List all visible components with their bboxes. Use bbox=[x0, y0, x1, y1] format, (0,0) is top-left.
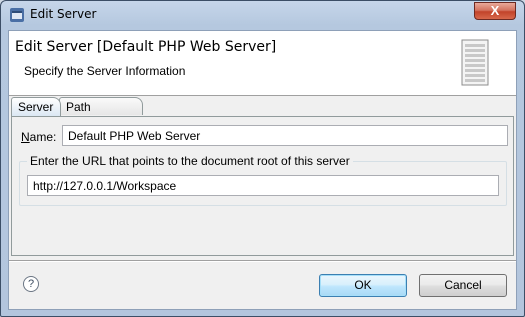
footer-separator bbox=[9, 260, 516, 262]
app-icon bbox=[10, 8, 24, 22]
help-button[interactable]: ? bbox=[23, 276, 39, 292]
tab-server[interactable]: Server bbox=[11, 97, 61, 116]
tab-strip: Server Path Mapping bbox=[9, 97, 516, 132]
server-icon bbox=[461, 39, 489, 86]
dialog-client-area: Edit Server [Default PHP Web Server] Spe… bbox=[8, 30, 517, 310]
name-label: Name: bbox=[21, 130, 56, 144]
close-button[interactable]: X bbox=[474, 2, 516, 20]
cancel-button[interactable]: Cancel bbox=[419, 274, 507, 297]
close-icon: X bbox=[490, 3, 500, 18]
dialog-header: Edit Server [Default PHP Web Server] Spe… bbox=[9, 31, 516, 96]
edit-server-window: Edit Server X Edit Server [Default PHP W… bbox=[0, 0, 525, 317]
url-group-label: Enter the URL that points to the documen… bbox=[27, 154, 353, 168]
dialog-subtitle: Specify the Server Information bbox=[24, 64, 186, 78]
name-input[interactable]: Default PHP Web Server bbox=[62, 125, 508, 146]
ok-button[interactable]: OK bbox=[319, 274, 407, 297]
help-icon: ? bbox=[27, 278, 35, 290]
name-label-mnemonic: N bbox=[21, 130, 30, 144]
window-title: Edit Server bbox=[30, 7, 97, 21]
url-input[interactable]: http://127.0.0.1/Workspace bbox=[27, 175, 499, 196]
dialog-title: Edit Server [Default PHP Web Server] bbox=[15, 39, 277, 55]
name-label-text: ame: bbox=[29, 130, 57, 144]
url-group: Enter the URL that points to the documen… bbox=[19, 154, 507, 206]
server-tab-panel: Name: Default PHP Web Server Enter the U… bbox=[11, 116, 514, 256]
tab-path-mapping[interactable]: Path Mapping bbox=[59, 97, 143, 132]
title-bar[interactable]: Edit Server X bbox=[1, 1, 524, 29]
